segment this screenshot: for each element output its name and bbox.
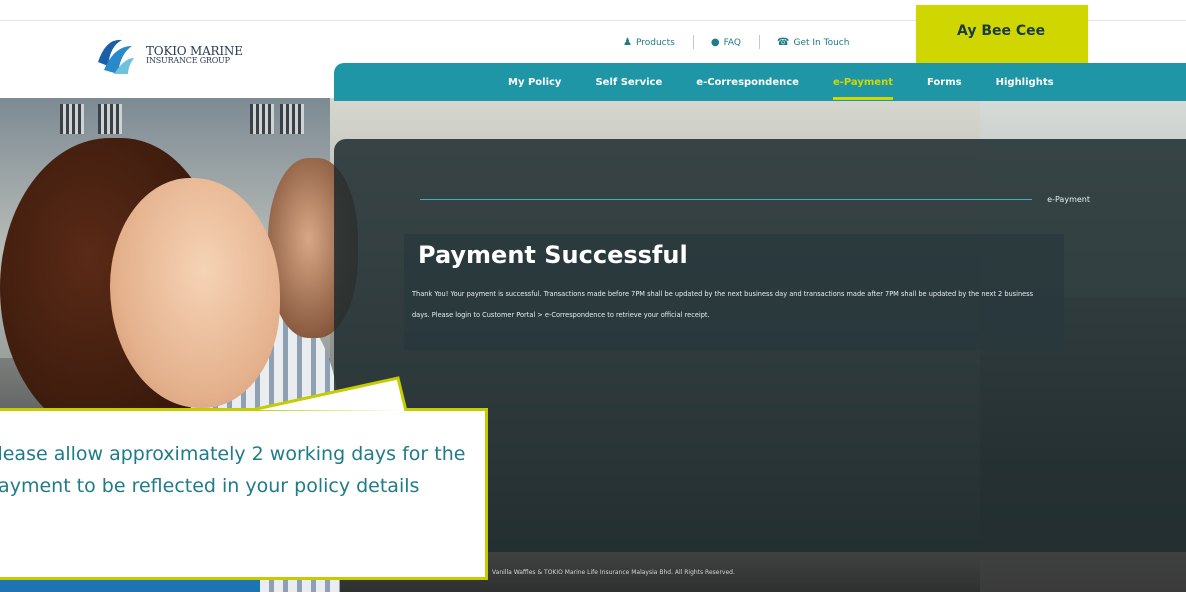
brand-subtitle: INSURANCE GROUP: [146, 56, 230, 66]
panel-divider: [420, 199, 1032, 200]
utility-label: Get In Touch: [793, 37, 850, 48]
utility-link-get-in-touch[interactable]: ☎ Get In Touch: [759, 35, 867, 49]
breadcrumb[interactable]: e-Payment: [1047, 195, 1090, 204]
main-nav: My Policy Self Service e-Correspondence …: [334, 63, 1186, 101]
nav-e-correspondence[interactable]: e-Correspondence: [696, 77, 799, 88]
user-account-tab[interactable]: Ay Bee Cee: [916, 5, 1088, 63]
nav-highlights[interactable]: Highlights: [996, 77, 1054, 88]
phone-icon: ☎: [777, 37, 790, 48]
nav-my-policy[interactable]: My Policy: [508, 77, 561, 88]
utility-label: Products: [635, 37, 675, 48]
utility-link-products[interactable]: ♟ Products: [605, 37, 693, 48]
chat-bubble-icon: ●: [710, 37, 720, 48]
result-message: Thank You! Your payment is successful. T…: [412, 290, 1034, 319]
user-name: Ay Bee Cee: [957, 23, 1046, 39]
callout-message: Please allow approximately 2 working day…: [0, 443, 466, 497]
nav-self-service[interactable]: Self Service: [595, 77, 662, 88]
nav-e-payment[interactable]: e-Payment: [832, 77, 894, 100]
nav-forms[interactable]: Forms: [927, 77, 962, 88]
utility-link-faq[interactable]: ● FAQ: [692, 35, 759, 49]
page-title: Payment Successful: [418, 241, 688, 269]
brand-logo[interactable]: TOKIO MARINE INSURANCE GROUP: [92, 32, 243, 78]
utility-nav: ♟ Products ● FAQ ☎ Get In Touch: [605, 35, 867, 49]
footer-copyright: Vanilla Waffles & TOKIO Marine Life Insu…: [492, 569, 735, 576]
tokio-marine-logo-icon: [94, 34, 136, 76]
people-icon: ♟: [623, 37, 632, 48]
utility-label: FAQ: [723, 37, 742, 48]
